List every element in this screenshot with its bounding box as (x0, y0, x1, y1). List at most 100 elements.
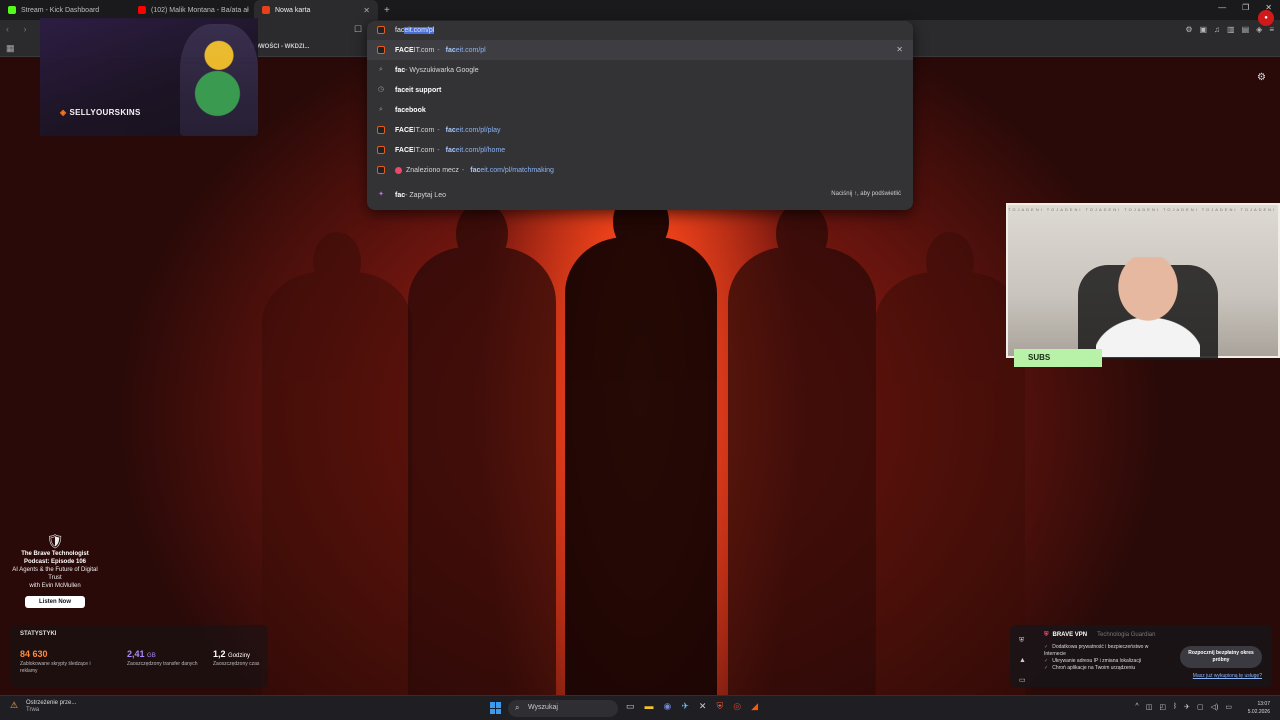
sidebar-icon[interactable]: ▥ (1227, 25, 1235, 34)
suggestion-row[interactable]: FACE IT.com - faceit.com/pl/home (367, 140, 913, 160)
silhouette-figure (728, 202, 876, 695)
already-purchased-link[interactable]: Masz już wykupioną tę usługę? (1193, 673, 1262, 679)
vpn-icon[interactable]: ⛨ (1019, 631, 1026, 651)
new-tab-plus-icon[interactable]: + (384, 5, 390, 16)
volume-icon[interactable]: ◁) (1211, 703, 1219, 711)
leo-ai-icon: ✦ (378, 191, 384, 198)
bluetooth-icon[interactable]: ᛒ (1173, 703, 1177, 711)
faceit-favicon-icon (377, 46, 385, 54)
stat-trackers: 84 630 Zablokowane skrypty śledzące i re… (20, 649, 100, 675)
vpn-feature: Dodatkowa prywatność i bezpieczeństwo w … (1044, 644, 1154, 658)
task-view-icon[interactable]: ▭ (626, 701, 635, 712)
search-icon: ⌕ (379, 106, 383, 113)
back-forward-icons[interactable]: ‹ › (6, 24, 33, 34)
minimize-icon[interactable]: — (1218, 3, 1226, 12)
vpn-feature: Ukrywanie adresu IP i zmiana lokalizacji (1044, 658, 1154, 665)
discord-icon[interactable]: ◉ (664, 701, 672, 712)
xbox-icon[interactable]: ✕ (699, 701, 707, 712)
youtube-favicon-icon (138, 6, 146, 14)
autocomplete-selection: eit.com/pl (404, 27, 435, 34)
cards-icon[interactable]: ▭ (1019, 671, 1026, 691)
stat-time: 1,2 Godziny Zaoszczędzony czas (213, 649, 263, 668)
suggestion-row[interactable]: ⌕ fac ebook (367, 100, 913, 120)
remove-suggestion-icon[interactable]: ✕ (896, 45, 903, 54)
windows-start-icon[interactable] (490, 702, 502, 714)
bookmark-item[interactable]: NOWOŚCI - WKDZI... (250, 44, 309, 50)
network-icon[interactable]: ▢ (1197, 703, 1204, 711)
stat-label: Zablokowane skrypty śledzące i reklamy (20, 661, 91, 674)
keyboard-hint: Naciśnij ↑, aby podświetlić (831, 191, 901, 197)
customize-gear-icon[interactable]: ⚙ (1257, 72, 1266, 83)
menu-icon[interactable]: ≡ (1269, 25, 1274, 34)
ask-leo-row[interactable]: ✦ fac - Zapytaj Leo Naciśnij ↑, aby podś… (367, 185, 913, 205)
tab-kick-dashboard[interactable]: Stream - Kick Dashboard (0, 0, 124, 20)
file-explorer-icon[interactable]: ▬ (645, 701, 654, 712)
suggestion-row[interactable]: FACE IT.com - faceit.com/pl/play (367, 120, 913, 140)
steam-icon[interactable]: ✈ (681, 701, 689, 712)
vpn-widget: ⛨ ▲ ▭ ⛨BRAVE VPNTechnologia Guardian Dod… (1010, 625, 1272, 687)
stat-value: 84 630 (20, 649, 48, 659)
stat-value: 1,2 Godziny (213, 649, 251, 659)
separator: - (437, 146, 440, 154)
silhouette-figure (262, 232, 412, 695)
chrome-icon[interactable]: ◎ (733, 701, 741, 712)
faceit-favicon-icon (377, 146, 385, 154)
tray-app-icon[interactable]: ◫ (1146, 703, 1153, 711)
podcast-card: 🛡 The Brave Technologist Podcast: Episod… (10, 533, 100, 608)
wallet-icon[interactable]: ▤ (1242, 25, 1250, 34)
search-icon: ⌕ (515, 703, 520, 712)
tray-chevron-icon[interactable]: ^ (1135, 703, 1138, 711)
clock[interactable]: 13:07 5.02.2026 (1248, 700, 1270, 716)
extension-icon[interactable]: ⚙ (1185, 25, 1192, 34)
brave-favicon-icon (262, 6, 270, 14)
stats-header: STATYSTYKI (20, 631, 57, 637)
webcam-watermark: TOJADENI TOJADENI TOJADENI TOJADENI TOJA… (1008, 207, 1277, 212)
stream-sponsor-overlay: ◈ SELLYOURSKINS (40, 18, 258, 136)
tab-title: Nowa karta (275, 6, 311, 14)
address-bar-input[interactable]: fac eit.com/pl (367, 21, 913, 40)
sponsor-mark-icon: ◈ (60, 108, 67, 117)
suggestion-row[interactable]: Znaleziono mecz - faceit.com/pl/matchmak… (367, 160, 913, 180)
battery-icon[interactable]: ▭ (1225, 703, 1232, 711)
tab-title: Stream - Kick Dashboard (21, 6, 100, 14)
apps-grid-icon[interactable]: ▦ (6, 43, 15, 54)
suggestion-row[interactable]: ◷ fac eit support (367, 80, 913, 100)
telegram-icon[interactable]: ✈ (1184, 703, 1190, 711)
taskbar-apps: ▭ ▬ ◉ ✈ ✕ ⛨ ◎ ◢ (626, 701, 758, 712)
listen-now-button[interactable]: Listen Now (24, 596, 85, 608)
vpn-title: ⛨ BRAVE VPN Technologia Guardian (1044, 632, 1156, 638)
tray-app-icon[interactable]: ◰ (1159, 703, 1166, 711)
widget-side-icons: ⛨ ▲ ▭ (1019, 631, 1026, 691)
weather-warning-icon: ⚠ (10, 700, 19, 710)
tab-new-tab[interactable]: Nowa karta ✕ (254, 0, 378, 20)
music-icon[interactable]: ♫ (1214, 25, 1220, 34)
extension-icons: ⚙ ▣ ♫ ▥ ▤ ◈ ≡ (1185, 25, 1274, 34)
tab-strip: Stream - Kick Dashboard (102) Malik Mont… (0, 0, 1280, 20)
extension-icon[interactable]: ▣ (1199, 25, 1207, 34)
streamer (1096, 257, 1200, 357)
suggestion-row[interactable]: FACE IT.com - faceit.com/pl ✕ (367, 40, 913, 60)
vpn-feature: Chroń aplikacje na Twoim urządzeniu (1044, 665, 1154, 672)
suggestion-url: faceit.com/pl/matchmaking (470, 166, 554, 174)
faceit-icon[interactable]: ◢ (751, 701, 758, 712)
masked-character-image (180, 24, 258, 136)
separator: - (437, 46, 440, 54)
weather-widget[interactable]: ⚠ Ostrzeżenie prze... Trwa (10, 700, 76, 714)
system-tray: ^ ◫ ◰ ᛒ ✈ ▢ ◁) ▭ (1135, 703, 1232, 711)
shield-icon[interactable]: ◈ (1256, 25, 1262, 34)
tab-youtube[interactable]: (102) Malik Montana - Ba/ata ał (130, 0, 254, 20)
faceit-favicon-icon (377, 126, 385, 134)
podcast-subtitle: AI Agents & the Future of Digital Trust (12, 567, 98, 581)
bookmark-icon[interactable]: ☐ (354, 24, 362, 35)
typed-text: fac (395, 27, 405, 34)
brave-icon[interactable]: ⛨ (716, 701, 723, 712)
close-tab-icon[interactable]: ✕ (363, 6, 370, 15)
record-icon: ● (1258, 10, 1274, 26)
taskbar-search[interactable]: ⌕ Wyszukaj (508, 700, 618, 717)
suggestion-row[interactable]: ⌕ fac - Wyszukiwarka Google (367, 60, 913, 80)
maximize-icon[interactable]: ❐ (1242, 3, 1249, 12)
news-icon[interactable]: ▲ (1019, 651, 1026, 671)
suggestion-url: faceit.com/pl/play (445, 126, 501, 134)
silhouette-figure (565, 189, 717, 695)
start-trial-button[interactable]: Rozpocznij bezpłatny okres próbny (1180, 646, 1262, 668)
